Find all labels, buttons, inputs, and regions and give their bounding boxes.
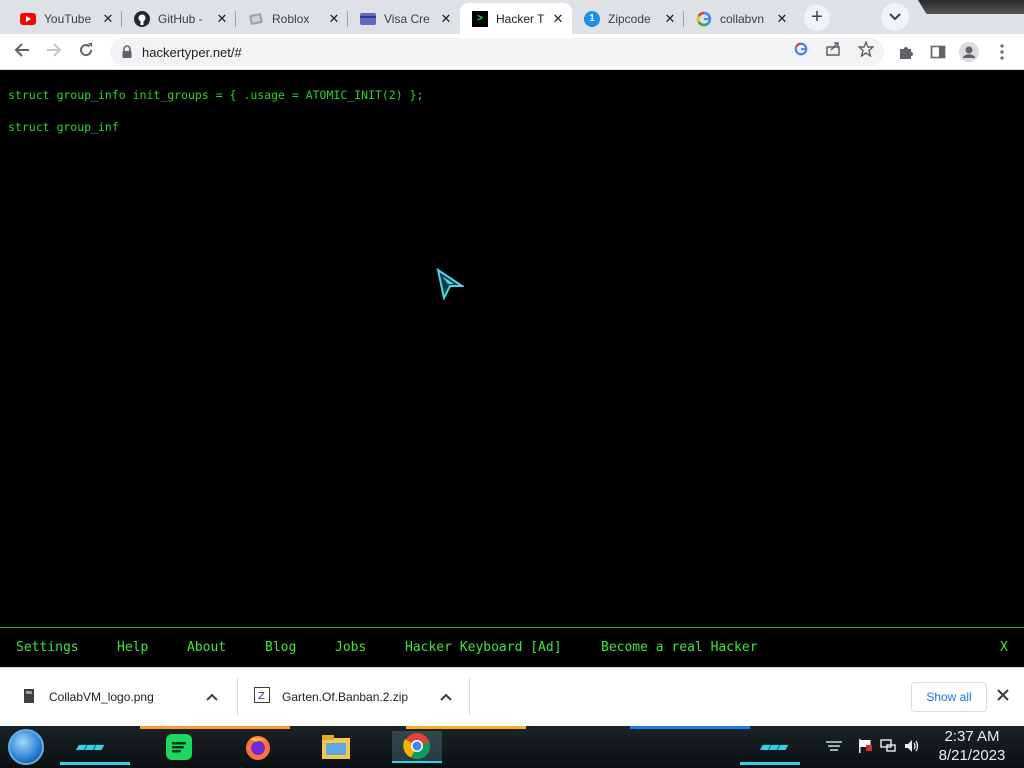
back-button[interactable] <box>10 40 34 64</box>
close-icon[interactable]: ✕ <box>100 11 116 27</box>
taskbar-accent <box>406 726 526 729</box>
reload-button[interactable] <box>74 40 98 64</box>
close-icon[interactable]: ✕ <box>662 11 678 27</box>
tab-visa[interactable]: Visa Cre ✕ <box>348 3 460 34</box>
download-item[interactable]: Z Garten.Of.Banban.2.zip <box>238 668 469 726</box>
firefox-icon[interactable] <box>241 731 275 763</box>
tab-github[interactable]: GitHub - ✕ <box>122 3 236 34</box>
close-icon[interactable]: ✕ <box>550 11 566 27</box>
tab-title: collabvn <box>720 11 765 26</box>
file-icon <box>24 689 34 706</box>
clock-time: 2:37 AM <box>944 728 1000 745</box>
taskbar-glow <box>740 762 800 765</box>
window-frame-decoration <box>918 0 1024 14</box>
menu-about[interactable]: About <box>187 640 226 655</box>
clock-date: 8/21/2023 <box>938 747 1006 764</box>
decor-chevrons: ▰▰▰ <box>76 738 104 754</box>
terminal-icon: > <box>472 10 488 27</box>
youtube-icon <box>20 11 36 27</box>
tab-youtube[interactable]: YouTube ✕ <box>8 3 122 34</box>
show-desktop-icon[interactable] <box>826 738 842 754</box>
tab-title: Zipcode <box>608 11 651 26</box>
close-icon[interactable]: ✕ <box>326 11 342 27</box>
zip-icon: Z <box>254 687 270 706</box>
address-bar[interactable]: hackertyper.net/# <box>110 38 884 66</box>
tab-title: YouTube <box>44 11 92 26</box>
taskbar-glow <box>60 762 130 765</box>
mouse-cursor-icon <box>436 267 466 305</box>
new-tab-button[interactable]: + <box>804 5 830 31</box>
tab-search-button[interactable] <box>881 3 909 31</box>
menu-hacker-keyboard[interactable]: Hacker Keyboard [Ad] <box>405 640 562 655</box>
menu-help[interactable]: Help <box>117 640 148 655</box>
menu-blog[interactable]: Blog <box>265 640 296 655</box>
start-button[interactable] <box>8 729 44 765</box>
roblox-icon <box>248 11 264 27</box>
downloads-bar: CollabVM_logo.png Z Garten.Of.Banban.2.z… <box>0 667 1024 726</box>
info-badge-icon: 1 <box>584 10 600 27</box>
profile-avatar-icon[interactable] <box>959 42 979 62</box>
code-line: struct group_inf <box>8 120 119 134</box>
svg-text:Z: Z <box>258 691 265 702</box>
menu-jobs[interactable]: Jobs <box>335 640 366 655</box>
chrome-icon[interactable] <box>392 731 442 763</box>
close-icon[interactable]: ✕ <box>438 11 454 27</box>
taskbar: ▰▰▰ ▰▰▰ 2:37 AM 8/21/2023 <box>0 726 1024 768</box>
menu-kebab-icon[interactable] <box>992 42 1012 62</box>
chevron-up-icon[interactable] <box>440 690 452 704</box>
bookmark-star-icon[interactable] <box>857 40 875 58</box>
taskbar-accent <box>630 726 750 729</box>
tab-zipcode[interactable]: 1 Zipcode ✕ <box>572 3 684 34</box>
tab-title: GitHub - <box>158 11 203 26</box>
taskbar-accent <box>140 726 290 729</box>
side-panel-icon[interactable] <box>928 42 948 62</box>
code-output: struct group_info init_groups = { .usage… <box>8 79 423 143</box>
lock-icon <box>122 45 132 63</box>
code-line: struct group_info init_groups = { .usage… <box>8 88 424 102</box>
back-arrow-icon <box>14 42 30 63</box>
share-icon[interactable] <box>824 40 842 58</box>
decor-chevrons: ▰▰▰ <box>760 738 788 754</box>
browser-toolbar: hackertyper.net/# <box>0 34 1024 70</box>
menu-become-hacker[interactable]: Become a real Hacker <box>601 640 758 655</box>
hacker-menu-bar: Settings Help About Blog Jobs Hacker Key… <box>0 627 1024 667</box>
tab-hacker-typer[interactable]: > Hacker T ✕ <box>460 3 572 34</box>
extensions-icon[interactable] <box>896 42 916 62</box>
show-all-button[interactable]: Show all <box>911 682 987 712</box>
reload-icon <box>78 42 94 63</box>
github-icon <box>134 10 150 27</box>
download-filename: CollabVM_logo.png <box>49 690 154 704</box>
chevron-up-icon[interactable] <box>206 690 218 704</box>
close-icon[interactable]: ✕ <box>214 11 230 27</box>
close-icon[interactable]: ✕ <box>774 11 790 27</box>
action-center-flag-icon[interactable] <box>857 738 873 754</box>
network-icon[interactable] <box>880 738 896 754</box>
chevron-down-icon <box>889 8 901 26</box>
download-filename: Garten.Of.Banban.2.zip <box>282 690 409 704</box>
tab-title: Visa Cre <box>384 11 430 26</box>
menu-close-button[interactable]: X <box>1000 640 1008 655</box>
tab-title: Hacker T <box>496 11 545 26</box>
tab-collabvm[interactable]: collabvn ✕ <box>684 3 796 34</box>
download-separator <box>469 678 470 716</box>
close-icon[interactable] <box>997 688 1009 706</box>
volume-icon[interactable] <box>904 738 920 754</box>
screen: YouTube ✕ GitHub - ✕ Roblox ✕ Visa Cre ✕… <box>0 0 1024 768</box>
spotify-icon[interactable] <box>162 731 196 763</box>
download-item[interactable]: CollabVM_logo.png <box>0 668 237 726</box>
forward-arrow-icon <box>46 42 62 63</box>
menu-settings[interactable]: Settings <box>16 640 79 655</box>
tab-strip: YouTube ✕ GitHub - ✕ Roblox ✕ Visa Cre ✕… <box>0 0 1024 34</box>
google-lens-icon[interactable] <box>792 40 810 58</box>
google-icon <box>696 11 712 27</box>
tab-roblox[interactable]: Roblox ✕ <box>236 3 348 34</box>
card-icon <box>360 11 376 27</box>
tab-title: Roblox <box>272 11 310 26</box>
file-explorer-icon[interactable] <box>319 731 353 763</box>
forward-button[interactable] <box>42 40 66 64</box>
url-text: hackertyper.net/# <box>142 45 242 60</box>
system-clock[interactable]: 2:37 AM 8/21/2023 <box>930 727 1014 765</box>
hacker-typer-page[interactable]: struct group_info init_groups = { .usage… <box>0 71 1024 627</box>
